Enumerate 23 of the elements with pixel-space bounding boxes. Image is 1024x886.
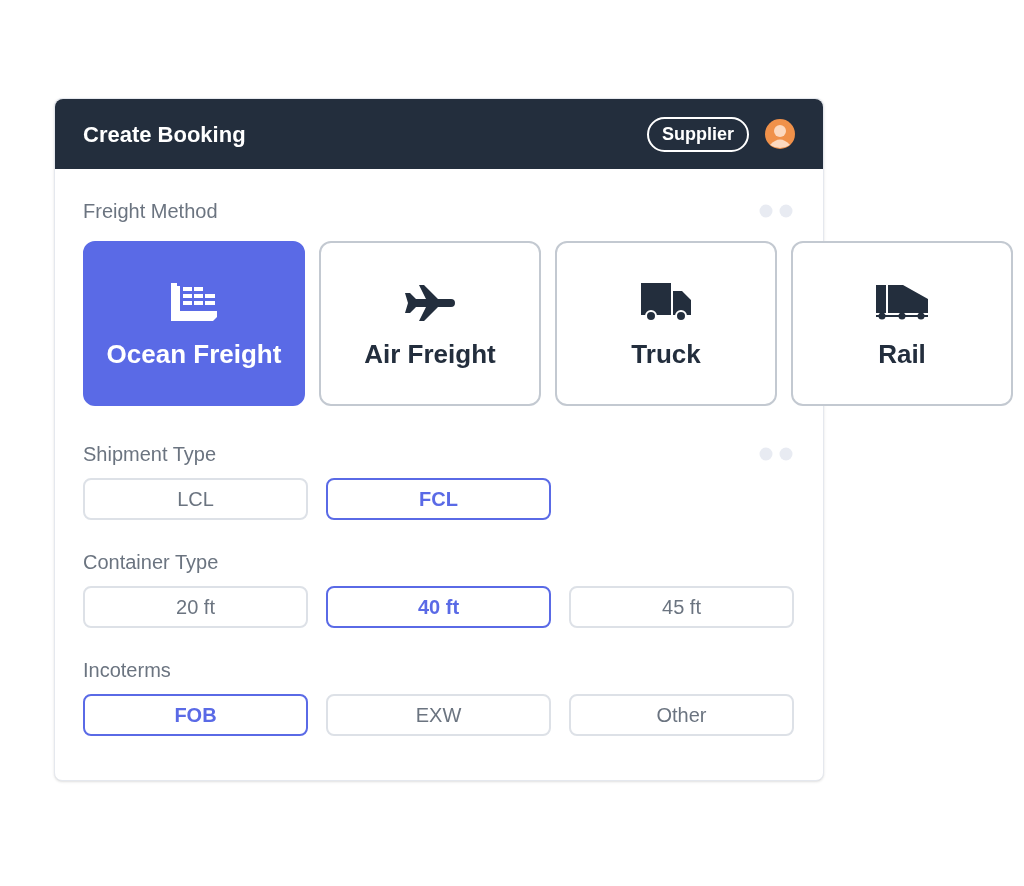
option-button[interactable]: FCL bbox=[326, 478, 551, 520]
window-title: Create Booking bbox=[83, 120, 246, 149]
option-button[interactable]: Other bbox=[569, 694, 794, 736]
freight-method-tile[interactable]: Ocean Freight bbox=[83, 241, 305, 406]
option-button[interactable]: FOB bbox=[83, 694, 308, 736]
section-label: Shipment Type bbox=[83, 442, 217, 467]
plane-icon bbox=[405, 284, 455, 321]
truck-icon bbox=[641, 282, 691, 321]
section-label: Incoterms bbox=[83, 658, 171, 683]
avatar-icon bbox=[765, 119, 795, 149]
rail-icon bbox=[876, 284, 928, 321]
option-button[interactable]: 45 ft bbox=[569, 586, 794, 628]
section-label: Freight Method bbox=[83, 199, 218, 224]
ship-icon bbox=[169, 282, 219, 321]
option-button[interactable]: LCL bbox=[83, 478, 308, 520]
option-button[interactable]: 20 ft bbox=[83, 586, 308, 628]
option-button[interactable]: EXW bbox=[326, 694, 551, 736]
role-badge: Supplier bbox=[647, 116, 749, 152]
section-label: Container Type bbox=[83, 550, 219, 575]
freight-method-tile[interactable]: Rail bbox=[791, 241, 1013, 406]
freight-method-tile[interactable]: Air Freight bbox=[319, 241, 541, 406]
option-button[interactable]: 40 ft bbox=[326, 586, 551, 628]
freight-method-tile[interactable]: Truck bbox=[555, 241, 777, 406]
